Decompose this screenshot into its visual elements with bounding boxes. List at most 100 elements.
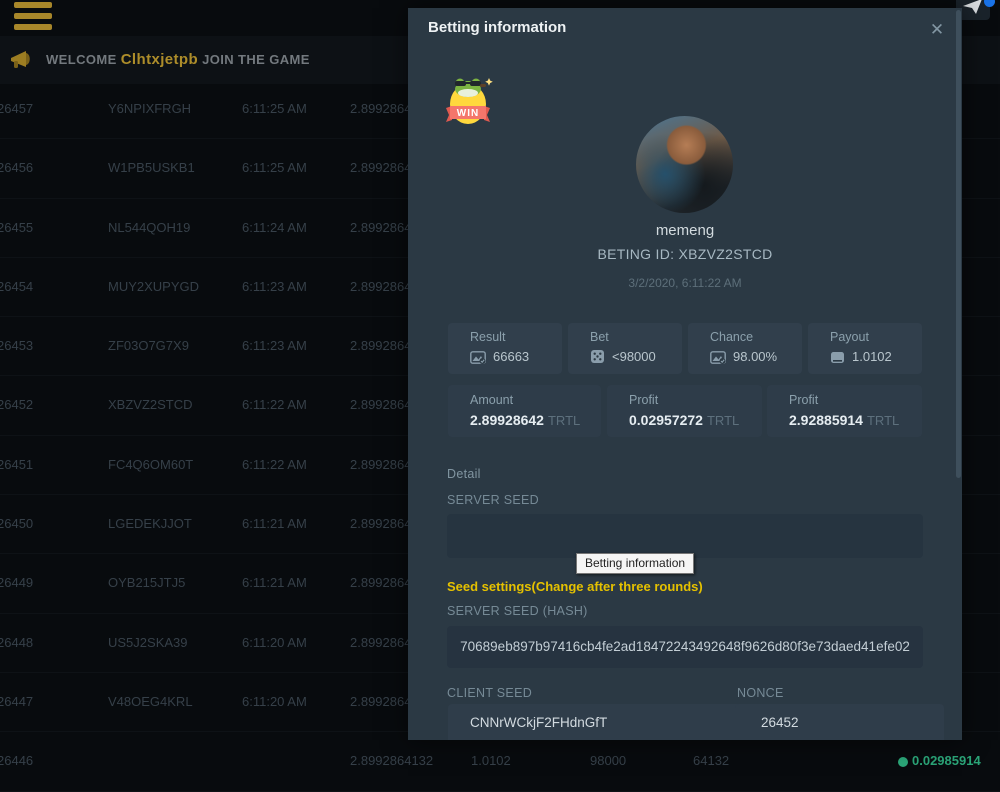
bet-id-cell: 26446	[0, 732, 33, 790]
amount-cell: 2.8992864	[350, 199, 411, 257]
player-cell: XBZVZ2STCD	[108, 376, 193, 434]
bet-id-cell: 26449	[0, 554, 33, 612]
amount-value: 0.02957272	[629, 412, 703, 428]
amount-cell: 2.8992864	[350, 614, 411, 672]
bet-id-cell: 26450	[0, 495, 33, 553]
player-cell: MUY2XUPYGD	[108, 258, 199, 316]
amount-cell: 2.8992864	[350, 80, 411, 138]
profit-box: Profit 0.02957272 TRTL	[607, 385, 762, 437]
player-cell: ZF03O7G7X9	[108, 317, 189, 375]
time-cell: 6:11:23 AM	[242, 258, 307, 316]
banner-welcome: WELCOME	[46, 52, 117, 67]
user-name: memeng	[408, 222, 962, 239]
avatar	[636, 116, 733, 213]
result-cell: 64132	[693, 732, 729, 790]
time-cell: 6:11:20 AM	[242, 673, 307, 731]
megaphone-icon	[10, 49, 36, 71]
bet-datetime: 3/2/2020, 6:11:22 AM	[408, 276, 962, 290]
nonce-label: NONCE	[737, 686, 784, 700]
time-cell: 6:11:25 AM	[242, 139, 307, 197]
bet-id-cell: 26451	[0, 436, 33, 494]
bet-id-cell: 26454	[0, 258, 33, 316]
currency-unit: TRTL	[548, 413, 580, 428]
amount-cell: 2.8992864	[350, 376, 411, 434]
bet-id-cell: 26456	[0, 139, 33, 197]
modal-scrollbar[interactable]	[956, 10, 961, 478]
result-icon	[470, 351, 486, 364]
client-seed-input[interactable]: CNNrWCkjF2FHdnGfT	[448, 704, 752, 740]
payout-icon	[830, 351, 845, 364]
bet-id-cell: 26447	[0, 673, 33, 731]
bet-id-cell: 26455	[0, 199, 33, 257]
currency-unit: TRTL	[707, 413, 739, 428]
bet-id-cell: 26453	[0, 317, 33, 375]
amount-cell: 2.8992864	[350, 495, 411, 553]
amount-box: Amount 2.89928642 TRTL	[448, 385, 601, 437]
amount-cell: 2.8992864132	[350, 732, 433, 790]
betting-information-modal: Betting information ✕ WIN memeng BETING …	[408, 8, 962, 740]
stat-bet: Bet <98000	[568, 323, 682, 374]
win-badge-icon: WIN	[436, 76, 500, 128]
player-cell: V48OEG4KRL	[108, 673, 193, 731]
table-row[interactable]: 26446 2.8992864132 1.0102 98000 64132 0.…	[0, 732, 1000, 791]
stat-chance: Chance 98.00%	[688, 323, 802, 374]
amount-label: Profit	[789, 393, 818, 407]
stat-label: Result	[470, 330, 505, 344]
time-cell: 6:11:21 AM	[242, 495, 307, 553]
stat-label: Chance	[710, 330, 753, 344]
stat-value: 66663	[493, 349, 529, 364]
bet-id-cell: 26452	[0, 376, 33, 434]
profit-coin-icon	[898, 757, 908, 767]
seed-settings-link[interactable]: Seed settings(Change after three rounds)	[447, 579, 703, 594]
amount-label: Profit	[629, 393, 658, 407]
time-cell: 6:11:20 AM	[242, 614, 307, 672]
menu-icon[interactable]	[14, 2, 52, 32]
amount-label: Amount	[470, 393, 513, 407]
time-cell: 6:11:22 AM	[242, 376, 307, 434]
svg-text:WIN: WIN	[457, 108, 479, 119]
player-cell: OYB215JTJ5	[108, 554, 185, 612]
time-cell: 6:11:24 AM	[242, 199, 307, 257]
betting-id: BETING ID: XBZVZ2STCD	[408, 246, 962, 262]
stat-value: <98000	[612, 349, 656, 364]
server-seed-hash-input[interactable]: 70689eb897b97416cb4fe2ad18472243492648f9…	[447, 626, 923, 668]
amount-cell: 2.8992864	[350, 673, 411, 731]
client-seed-label: CLIENT SEED	[447, 686, 532, 700]
banner-username: Clhtxjetpb	[121, 51, 198, 68]
chance-icon	[710, 351, 726, 364]
profit-cell: 0.02985914	[898, 732, 981, 790]
time-cell: 6:11:22 AM	[242, 436, 307, 494]
amount-value: 2.89928642	[470, 412, 544, 428]
player-cell: NL544QOH19	[108, 199, 190, 257]
notification-badge	[984, 0, 995, 7]
amount-cell: 2.8992864	[350, 554, 411, 612]
server-seed-hash-label: SERVER SEED (HASH)	[447, 604, 588, 618]
bet-id-cell: 26448	[0, 614, 33, 672]
stat-payout: Payout 1.0102	[808, 323, 922, 374]
amount-cell: 2.8992864	[350, 258, 411, 316]
total-profit-box: Profit 2.92885914 TRTL	[767, 385, 922, 437]
stat-label: Payout	[830, 330, 869, 344]
banner-join: JOIN THE GAME	[202, 52, 310, 67]
bet-cell: 98000	[590, 732, 626, 790]
server-seed-input[interactable]	[447, 514, 923, 558]
amount-cell: 2.8992864	[350, 436, 411, 494]
amount-cell: 2.8992864	[350, 139, 411, 197]
stat-value: 1.0102	[852, 349, 892, 364]
server-seed-label: SERVER SEED	[447, 493, 539, 507]
time-cell: 6:11:23 AM	[242, 317, 307, 375]
payout-cell: 1.0102	[471, 732, 511, 790]
player-cell: W1PB5USKB1	[108, 139, 195, 197]
dice-icon	[590, 349, 605, 364]
bet-id-cell: 26457	[0, 80, 33, 138]
stat-result: Result 66663	[448, 323, 562, 374]
time-cell: 6:11:21 AM	[242, 554, 307, 612]
player-cell: US5J2SKA39	[108, 614, 188, 672]
amount-cell: 2.8992864	[350, 317, 411, 375]
close-icon[interactable]: ✕	[926, 19, 948, 41]
nonce-input[interactable]: 26452	[735, 704, 944, 740]
tooltip: Betting information	[576, 553, 694, 574]
player-cell: LGEDEKJJOT	[108, 495, 192, 553]
currency-unit: TRTL	[867, 413, 899, 428]
amount-value: 2.92885914	[789, 412, 863, 428]
